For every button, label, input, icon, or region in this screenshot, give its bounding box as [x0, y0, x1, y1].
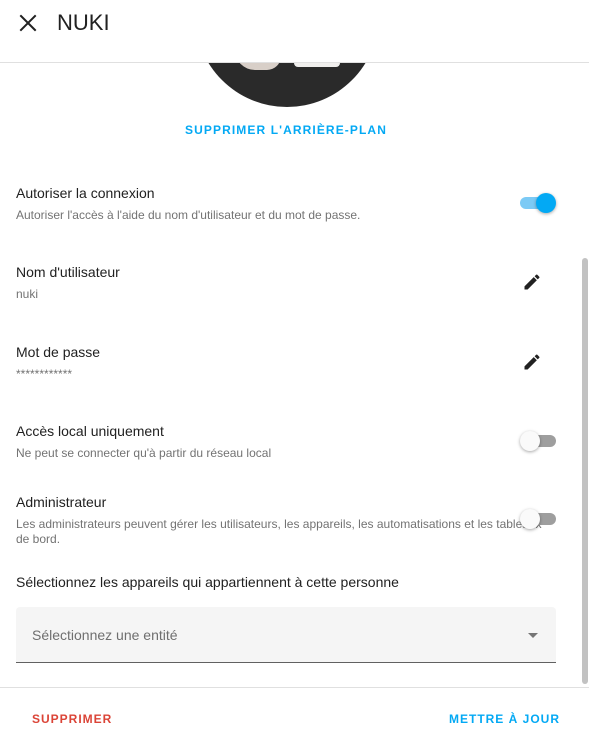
entity-select-placeholder: Sélectionnez une entité — [32, 627, 178, 643]
dialog-header: NUKI — [0, 0, 589, 63]
dialog-footer: SUPPRIMER METTRE À JOUR — [0, 687, 589, 741]
edit-password-button[interactable] — [520, 350, 544, 374]
dialog-title: NUKI — [57, 10, 110, 35]
username-value: nuki — [16, 287, 39, 301]
toggle-thumb — [536, 193, 556, 213]
close-icon — [19, 14, 37, 32]
local-only-description: Ne peut se connecter qu'à partir du rése… — [16, 446, 272, 460]
close-button[interactable] — [12, 7, 44, 39]
pencil-icon — [524, 274, 540, 290]
admin-row: Administrateur Les administrateurs peuve… — [16, 493, 556, 547]
devices-label: Sélectionnez les appareils qui appartien… — [16, 574, 399, 590]
chevron-down-icon — [528, 633, 538, 638]
admin-title: Administrateur — [16, 494, 107, 510]
edit-username-button[interactable] — [520, 270, 544, 294]
username-title: Nom d'utilisateur — [16, 264, 120, 280]
username-row: Nom d'utilisateur nuki — [16, 263, 556, 302]
delete-button[interactable]: SUPPRIMER — [32, 712, 112, 726]
entity-select[interactable]: Sélectionnez une entité — [16, 607, 556, 663]
local-only-row: Accès local uniquement Ne peut se connec… — [16, 422, 556, 461]
password-row: Mot de passe ************ — [16, 343, 556, 382]
pencil-icon — [524, 354, 540, 370]
remove-background-button[interactable]: SUPPRIMER L'ARRIÈRE-PLAN — [0, 123, 572, 137]
picture-device-shape — [294, 63, 340, 67]
allow-login-row: Autoriser la connexion Autoriser l'accès… — [16, 184, 556, 223]
local-only-toggle[interactable] — [520, 430, 558, 452]
allow-login-toggle[interactable] — [518, 192, 556, 214]
allow-login-description: Autoriser l'accès à l'aide du nom d'util… — [16, 208, 361, 222]
password-value: ************ — [16, 367, 73, 381]
person-picture[interactable] — [195, 63, 379, 107]
toggle-thumb — [520, 431, 540, 451]
dialog-content: SUPPRIMER L'ARRIÈRE-PLAN Autoriser la co… — [0, 63, 589, 687]
admin-toggle[interactable] — [520, 508, 558, 530]
toggle-thumb — [520, 509, 540, 529]
admin-description: Les administrateurs peuvent gérer les ut… — [16, 517, 542, 546]
local-only-title: Accès local uniquement — [16, 423, 164, 439]
picture-hand-shape — [235, 63, 281, 70]
allow-login-title: Autoriser la connexion — [16, 185, 155, 201]
password-title: Mot de passe — [16, 344, 101, 360]
scrollbar-thumb[interactable] — [582, 258, 588, 684]
update-button[interactable]: METTRE À JOUR — [449, 712, 560, 726]
